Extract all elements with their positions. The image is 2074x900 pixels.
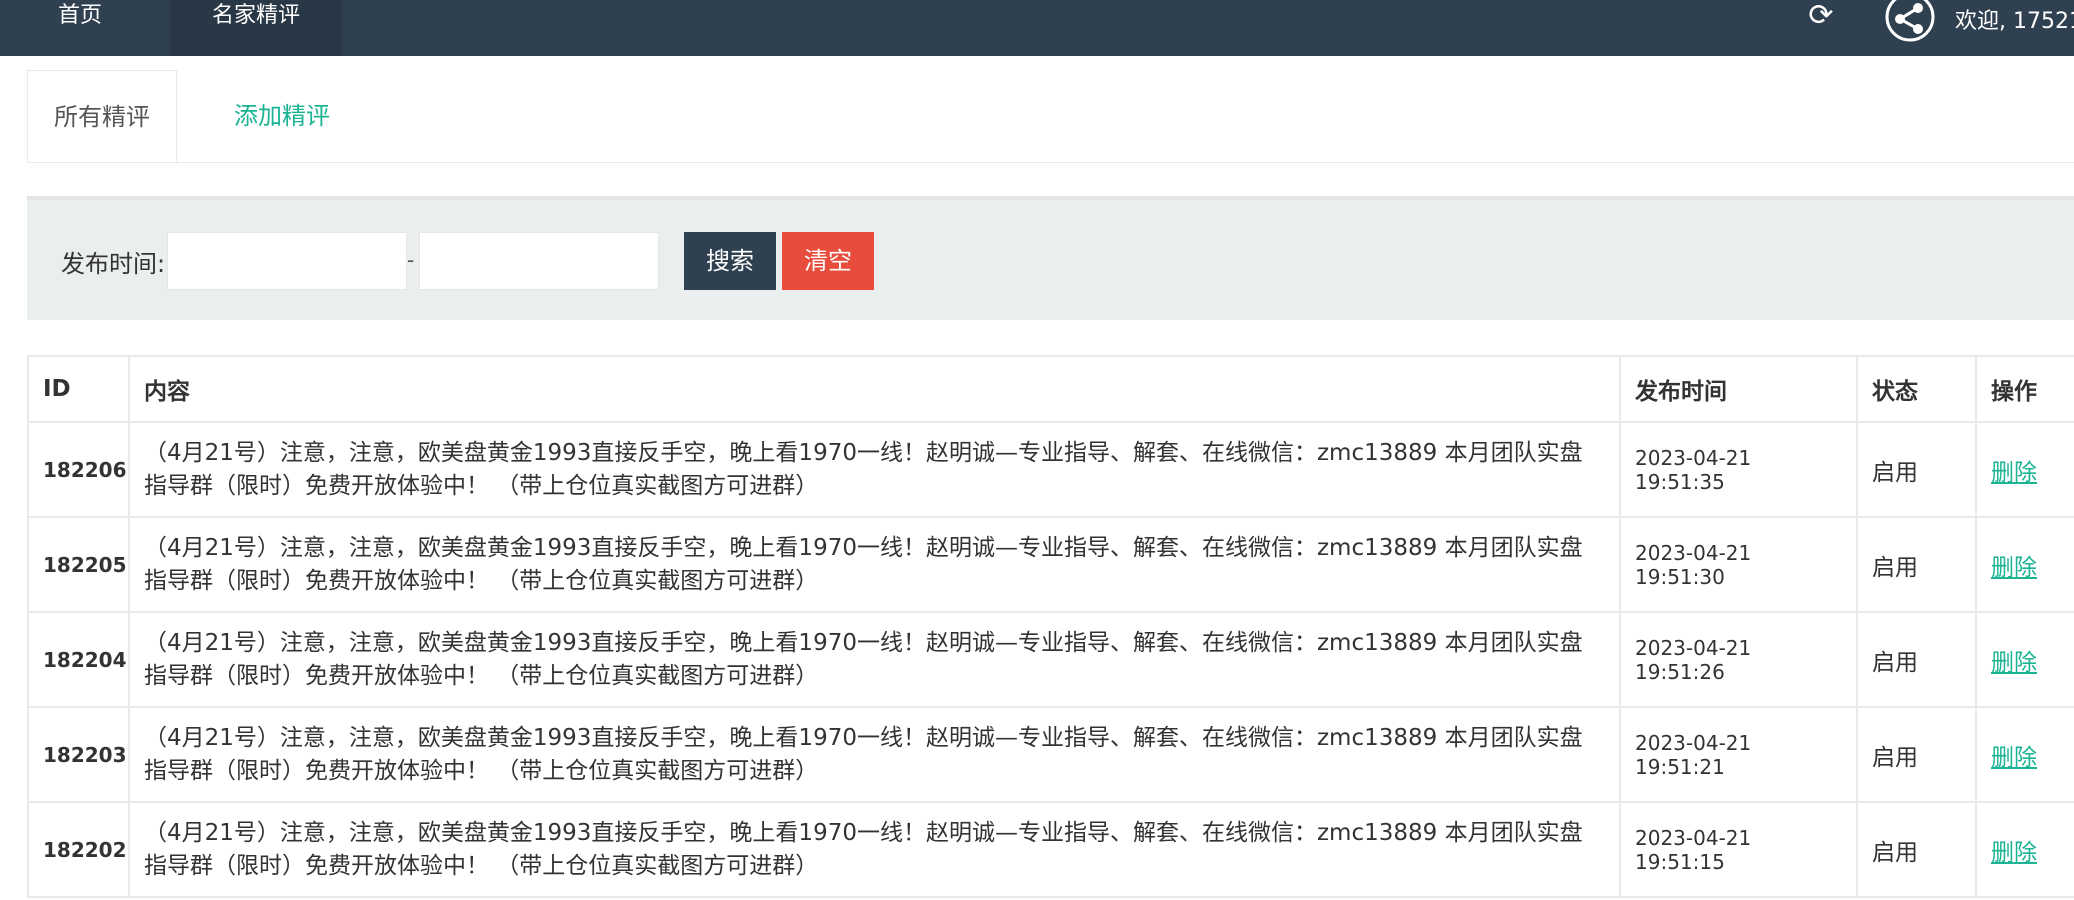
share-network-icon [1885, 0, 1935, 42]
table-row: 182202 （4月21号）注意，注意，欧美盘黄金1993直接反手空，晚上看19… [27, 801, 2074, 898]
table-row: 182203 （4月21号）注意，注意，欧美盘黄金1993直接反手空，晚上看19… [27, 706, 2074, 803]
table-row: 182205 （4月21号）注意，注意，欧美盘黄金1993直接反手空，晚上看19… [27, 516, 2074, 613]
row-content: （4月21号）注意，注意，欧美盘黄金1993直接反手空，晚上看1970一线！赵明… [128, 516, 1621, 613]
welcome-text: 欢迎, 175217 [1955, 9, 2074, 34]
row-status: 启用 [1856, 421, 1977, 518]
row-id: 182202 [27, 801, 130, 898]
header-content: 内容 [128, 355, 1621, 423]
row-status: 启用 [1856, 801, 1977, 898]
delete-link[interactable]: 删除 [1991, 840, 2037, 866]
search-button[interactable]: 搜索 [684, 232, 776, 290]
row-publish-time: 2023-04-21 19:51:35 [1619, 421, 1858, 518]
header-action: 操作 [1975, 355, 2074, 423]
refresh-icon[interactable]: ⟳ [1806, 1, 1836, 32]
header-id: ID [27, 355, 130, 423]
clear-button[interactable]: 清空 [782, 232, 874, 290]
delete-link[interactable]: 删除 [1991, 745, 2037, 771]
row-action-cell: 删除 [1975, 706, 2074, 803]
header-status: 状态 [1856, 355, 1977, 423]
row-action-cell: 删除 [1975, 611, 2074, 708]
critiques-table-wrap: ID 内容 发布时间 状态 操作 182206 （4月21号）注意，注意，欧美盘… [27, 355, 2074, 898]
row-content: （4月21号）注意，注意，欧美盘黄金1993直接反手空，晚上看1970一线！赵明… [128, 706, 1621, 803]
row-publish-time: 2023-04-21 19:51:30 [1619, 516, 1858, 613]
publish-time-label: 发布时间: [61, 250, 166, 278]
row-publish-time: 2023-04-21 19:51:21 [1619, 706, 1858, 803]
avatar[interactable] [1885, 0, 1935, 42]
row-id: 182204 [27, 611, 130, 708]
row-action-cell: 删除 [1975, 801, 2074, 898]
row-publish-time: 2023-04-21 19:51:26 [1619, 611, 1858, 708]
row-status: 启用 [1856, 611, 1977, 708]
critiques-table: ID 内容 发布时间 状态 操作 182206 （4月21号）注意，注意，欧美盘… [27, 355, 2074, 898]
table-header-row: ID 内容 发布时间 状态 操作 [27, 355, 2074, 423]
row-content: （4月21号）注意，注意，欧美盘黄金1993直接反手空，晚上看1970一线！赵明… [128, 801, 1621, 898]
start-date-input[interactable] [167, 232, 407, 290]
row-publish-time: 2023-04-21 19:51:15 [1619, 801, 1858, 898]
row-id: 182203 [27, 706, 130, 803]
row-content: （4月21号）注意，注意，欧美盘黄金1993直接反手空，晚上看1970一线！赵明… [128, 611, 1621, 708]
row-status: 启用 [1856, 516, 1977, 613]
table-row: 182206 （4月21号）注意，注意，欧美盘黄金1993直接反手空，晚上看19… [27, 421, 2074, 518]
row-content: （4月21号）注意，注意，欧美盘黄金1993直接反手空，晚上看1970一线！赵明… [128, 421, 1621, 518]
date-separator: - [407, 248, 415, 272]
tab-all-critiques[interactable]: 所有精评 [27, 70, 177, 162]
tab-add-critique[interactable]: 添加精评 [202, 70, 362, 162]
row-id: 182205 [27, 516, 130, 613]
delete-link[interactable]: 删除 [1991, 460, 2037, 486]
row-action-cell: 删除 [1975, 421, 2074, 518]
top-navbar: 首页 名家精评 ⟳ 欢迎, 175217 [0, 0, 2074, 56]
nav-home[interactable]: 首页 [20, 0, 140, 56]
delete-link[interactable]: 删除 [1991, 555, 2037, 581]
search-panel: 发布时间: - 搜索 清空 [27, 196, 2074, 320]
end-date-input[interactable] [419, 232, 659, 290]
header-publish-time: 发布时间 [1619, 355, 1858, 423]
nav-critiques[interactable]: 名家精评 [170, 0, 342, 56]
tab-bar: 所有精评 添加精评 [27, 70, 2074, 163]
row-status: 启用 [1856, 706, 1977, 803]
row-action-cell: 删除 [1975, 516, 2074, 613]
delete-link[interactable]: 删除 [1991, 650, 2037, 676]
row-id: 182206 [27, 421, 130, 518]
table-row: 182204 （4月21号）注意，注意，欧美盘黄金1993直接反手空，晚上看19… [27, 611, 2074, 708]
